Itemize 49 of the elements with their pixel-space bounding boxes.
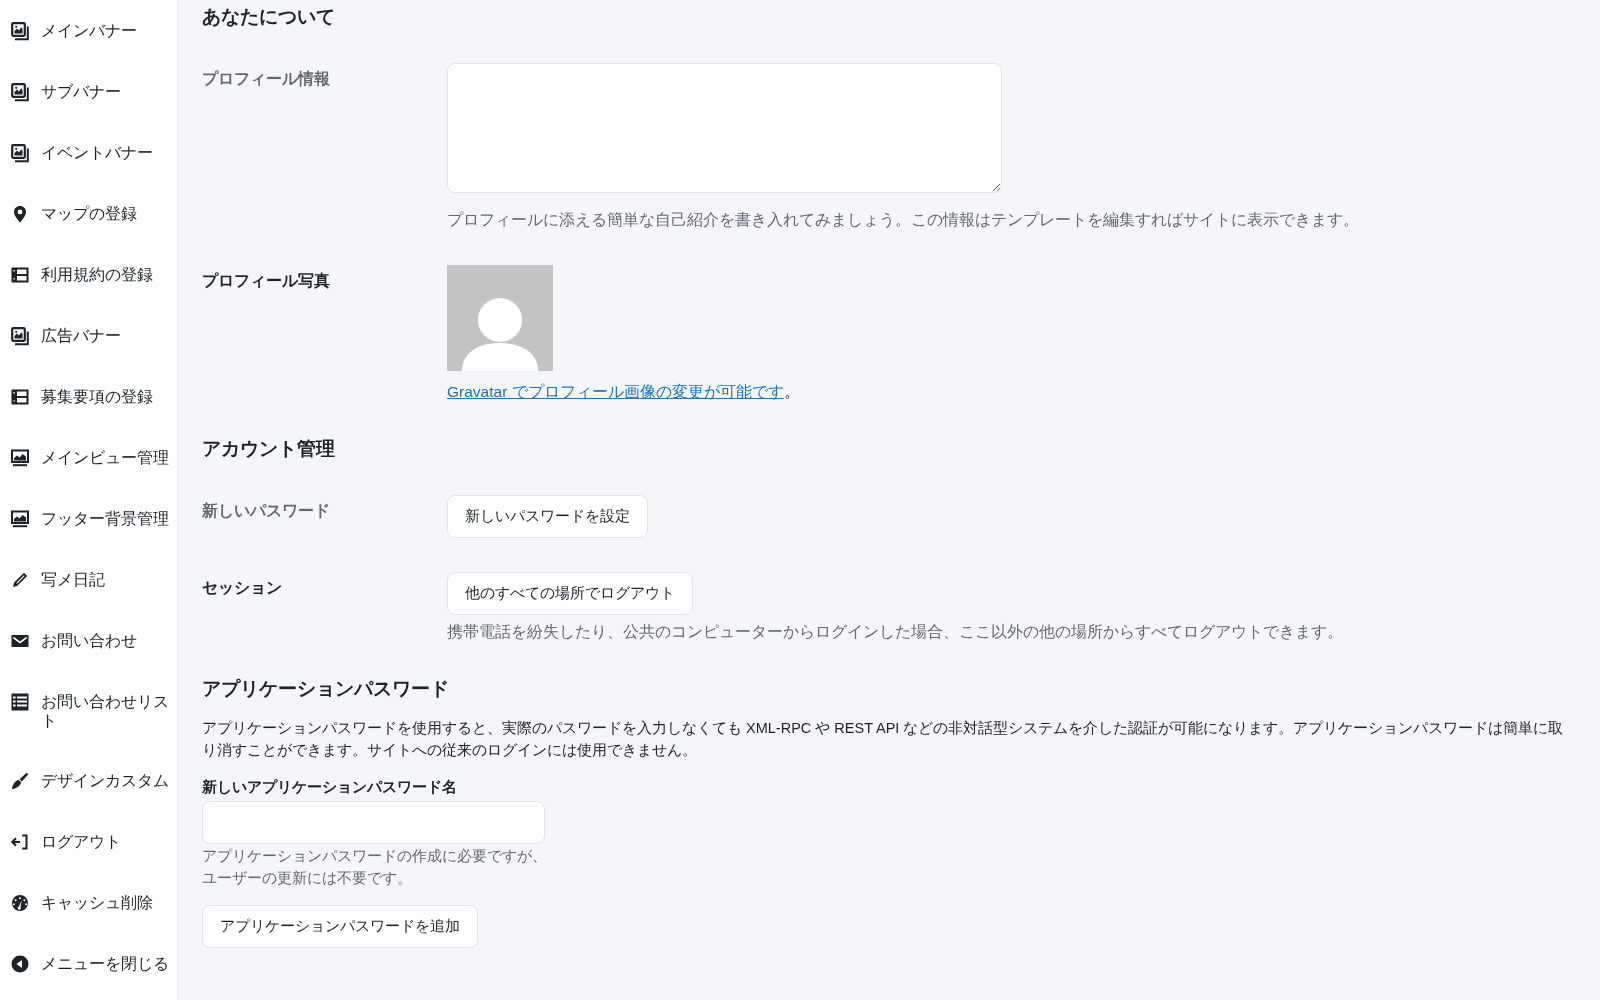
field-label: プロフィール写真 [202, 271, 330, 291]
pencil-icon [10, 570, 30, 590]
action-button[interactable]: 他のすべての場所でログアウト [447, 572, 693, 615]
sidebar-item[interactable]: メニューを閉じる [0, 933, 177, 994]
section-heading: アカウント管理 [202, 437, 335, 461]
sidebar-item[interactable]: メインビュー管理 [0, 427, 177, 488]
sidebar-item[interactable]: サブバナー [0, 61, 177, 122]
section-heading: あなたについて [202, 5, 335, 29]
table-icon [10, 387, 30, 407]
action-button[interactable]: 新しいパスワードを設定 [447, 495, 648, 538]
paintbrush-icon [10, 771, 30, 791]
profile-textarea[interactable] [447, 63, 1002, 193]
help-text: アプリケーションパスワードの作成に必要ですが、ユーザーの更新には不要です。 [202, 847, 548, 888]
images-icon [10, 326, 30, 346]
sidebar-item[interactable]: お問い合わせ [0, 610, 177, 671]
sidebar-item[interactable]: マップの登録 [0, 183, 177, 244]
section-description: アプリケーションパスワードを使用すると、実際のパスワードを入力しなくても XML-RPC や REST API などの非対話型システムを介した認証が可能になります。アプリケーションパスワードは簡単に取り消すことができます。サイトへの従来のログインには使用できません。 [202, 719, 1565, 760]
field-label: プロフィール情報 [202, 69, 330, 89]
sidebar-item[interactable]: 写メ日記 [0, 549, 177, 610]
logout-icon [10, 832, 30, 852]
sidebar-item[interactable]: フッター背景管理 [0, 488, 177, 549]
field-description: 携帯電話を紛失したり、公共のコンピューターからログインした場合、ここ以外の他の場所からすべてログアウトできます。 [447, 622, 1343, 642]
sidebar-item[interactable]: イベントバナー [0, 122, 177, 183]
profile-image-link[interactable]: Gravatar でプロフィール画像の変更が可能です [447, 383, 784, 400]
images-icon [10, 143, 30, 163]
field-label: 新しいアプリケーションパスワード名 [202, 778, 457, 797]
sidebar-item[interactable]: デザインカスタム [0, 750, 177, 811]
section-heading: アプリケーションパスワード [202, 677, 449, 701]
name-input-field[interactable] [202, 801, 545, 844]
sidebar-item[interactable]: お問い合わせリスト [0, 671, 177, 750]
images-icon [10, 82, 30, 102]
add-button[interactable]: アプリケーションパスワードを追加 [202, 905, 478, 948]
field-description: プロフィールに添える簡単な自己紹介を書き入れてみましょう。この情報はテンプレートを編集すればサイトに表示できます。 [447, 210, 1359, 230]
sidebar-item[interactable]: 募集要項の登録 [0, 366, 177, 427]
sidebar-item[interactable]: ログアウト [0, 811, 177, 872]
gauge-icon [10, 893, 30, 913]
images-icon [10, 21, 30, 41]
list-icon [10, 692, 30, 712]
table-icon [10, 265, 30, 285]
field-label: セッション [202, 578, 282, 598]
field-label: 新しいパスワード [202, 501, 330, 521]
avatar-note: Gravatar でプロフィール画像の変更が可能です。 [447, 382, 800, 402]
sidebar-item[interactable]: キャッシュ削除 [0, 872, 177, 933]
sidebar-item[interactable]: 広告バナー [0, 305, 177, 366]
monitor-chart-icon [10, 448, 30, 468]
sidebar-item[interactable]: 利用規約の登録 [0, 244, 177, 305]
monitor-chart-icon [10, 509, 30, 529]
sidebar-item[interactable]: メインバナー [0, 0, 177, 61]
circle-left-icon [10, 954, 30, 974]
